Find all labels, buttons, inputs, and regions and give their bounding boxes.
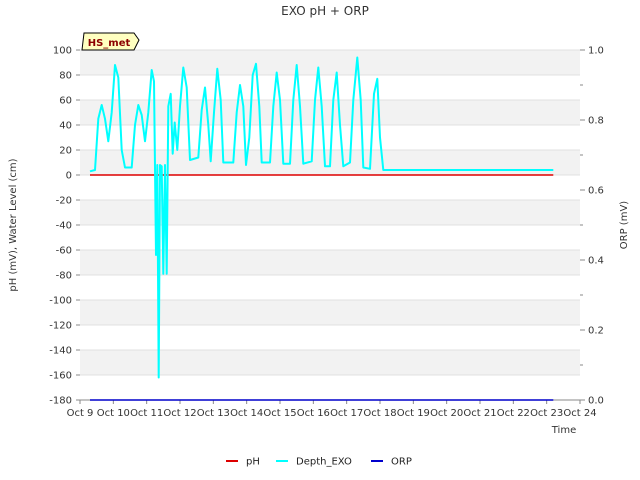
x-axis: Oct 9 Oct 10 Oct 11 Oct 12 Oct 13 Oct 14 Oct 1… — [67, 399, 597, 419]
x-tick-label: Oct 14 — [230, 408, 263, 419]
y-axis-title: pH (mV), Water Level (cm) — [8, 158, 19, 291]
grid-band — [80, 300, 580, 325]
x-tick-label: Oct 20 — [430, 408, 463, 419]
y-tick-label: -20 — [56, 196, 72, 207]
station-badge: HS_met — [81, 32, 140, 51]
x-tick-label: Oct 11 — [130, 408, 163, 419]
chart-title: EXO pH + ORP — [281, 4, 369, 18]
legend-label: ORP — [391, 457, 412, 468]
x-tick-label: Oct 17 — [330, 408, 363, 419]
x-tick-label: Oct 23 — [530, 408, 563, 419]
y2-tick-label: 0.2 — [588, 326, 604, 337]
x-tick-label: Oct 9 — [67, 408, 94, 419]
grid-band — [80, 50, 580, 75]
y-tick-label: -140 — [49, 346, 72, 357]
x-tick-label: Oct 15 — [263, 408, 296, 419]
badge-label: HS_met — [88, 38, 131, 49]
y-tick-label: 100 — [53, 46, 72, 57]
x-tick-label: Oct 24 — [563, 408, 596, 419]
y2-tick-label: 0.4 — [588, 256, 604, 267]
y2-tick-label: 1.0 — [588, 46, 604, 57]
legend-label: Depth_EXO — [296, 457, 352, 468]
y-tick-label: 80 — [59, 71, 72, 82]
y-axis-left: 100 80 60 40 20 0 -20 -40 -60 -80 -100 -120 -140 -160… — [49, 46, 80, 407]
x-tick-label: Oct 18 — [363, 408, 396, 419]
y-tick-label: 40 — [59, 121, 72, 132]
y-tick-label: -160 — [49, 371, 72, 382]
x-tick-label: Oct 13 — [197, 408, 230, 419]
x-tick-label: Oct 16 — [297, 408, 330, 419]
y-tick-label: 20 — [59, 146, 72, 157]
y2-axis-title: ORP (mV) — [619, 201, 630, 250]
legend: pH Depth_EXO ORP — [226, 457, 412, 468]
y-tick-label: -40 — [56, 221, 72, 232]
y-tick-label: 60 — [59, 96, 72, 107]
chart: Oct 9 Oct 10 Oct 11 Oct 12 Oct 13 Oct 14 Oct 1… — [8, 4, 630, 468]
x-tick-label: Oct 10 — [97, 408, 130, 419]
y-tick-label: -180 — [49, 396, 72, 407]
y-tick-label: -120 — [49, 321, 72, 332]
y-tick-label: -80 — [56, 271, 72, 282]
y2-tick-label: 0.6 — [588, 186, 604, 197]
y2-tick-label: 0.8 — [588, 116, 604, 127]
grid-band — [80, 350, 580, 375]
x-tick-label: Oct 21 — [463, 408, 496, 419]
x-axis-title: Time — [551, 425, 576, 436]
y-tick-label: -100 — [49, 296, 72, 307]
x-tick-label: Oct 22 — [497, 408, 530, 419]
y2-tick-label: 0.0 — [588, 396, 604, 407]
legend-label: pH — [246, 457, 260, 468]
y-tick-label: -60 — [56, 246, 72, 257]
y-axis-right: 1.0 0.8 0.6 0.4 0.2 0.0 — [580, 46, 604, 407]
y-tick-label: 0 — [66, 171, 72, 182]
x-tick-label: Oct 12 — [163, 408, 196, 419]
x-tick-label: Oct 19 — [397, 408, 430, 419]
